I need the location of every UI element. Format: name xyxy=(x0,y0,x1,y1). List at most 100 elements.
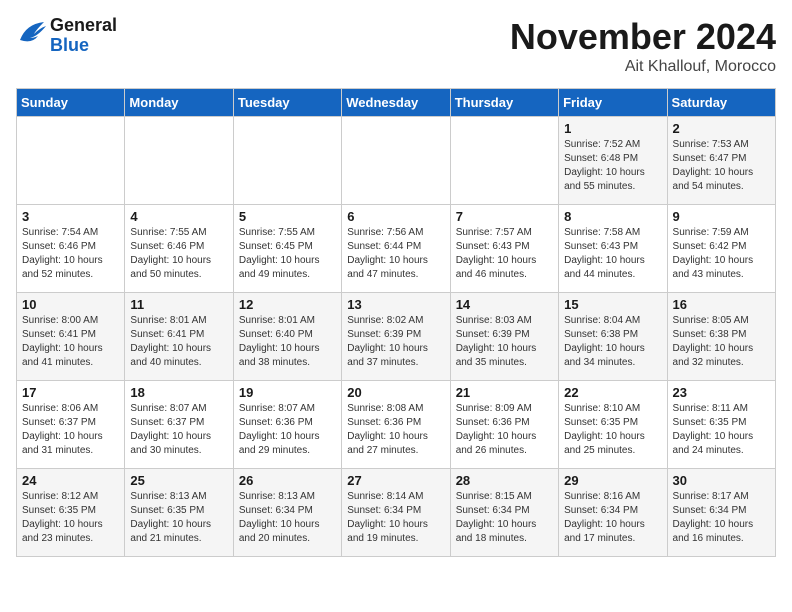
calendar-cell: 29 Sunrise: 8:16 AM Sunset: 6:34 PM Dayli… xyxy=(559,469,667,557)
logo-general: General xyxy=(50,16,117,36)
day-number: 9 xyxy=(673,209,770,224)
day-number: 26 xyxy=(239,473,336,488)
logo-icon xyxy=(16,20,48,51)
day-info: Sunrise: 7:58 AM Sunset: 6:43 PM Dayligh… xyxy=(564,226,661,282)
day-info: Sunrise: 8:13 AM Sunset: 6:35 PM Dayligh… xyxy=(130,490,227,546)
calendar-cell: 27 Sunrise: 8:14 AM Sunset: 6:34 PM Dayli… xyxy=(342,469,450,557)
calendar-cell xyxy=(125,117,233,205)
day-number: 18 xyxy=(130,385,227,400)
calendar-cell xyxy=(450,117,558,205)
weekday-header-wednesday: Wednesday xyxy=(342,89,450,117)
day-number: 15 xyxy=(564,297,661,312)
calendar-cell: 14 Sunrise: 8:03 AM Sunset: 6:39 PM Dayli… xyxy=(450,293,558,381)
day-number: 4 xyxy=(130,209,227,224)
day-number: 29 xyxy=(564,473,661,488)
day-info: Sunrise: 8:06 AM Sunset: 6:37 PM Dayligh… xyxy=(22,402,119,458)
day-info: Sunrise: 8:17 AM Sunset: 6:34 PM Dayligh… xyxy=(673,490,770,546)
calendar-week-1: 1 Sunrise: 7:52 AM Sunset: 6:48 PM Daylig… xyxy=(17,117,776,205)
day-number: 17 xyxy=(22,385,119,400)
day-info: Sunrise: 8:07 AM Sunset: 6:37 PM Dayligh… xyxy=(130,402,227,458)
calendar-cell: 15Sunrise: 8:04 AM Sunset: 6:38 PM Dayli… xyxy=(559,293,667,381)
location-subtitle: Ait Khallouf, Morocco xyxy=(510,58,776,76)
day-number: 10 xyxy=(22,297,119,312)
day-info: Sunrise: 8:09 AM Sunset: 6:36 PM Dayligh… xyxy=(456,402,553,458)
calendar-cell: 16 Sunrise: 8:05 AM Sunset: 6:38 PM Dayli… xyxy=(667,293,775,381)
day-number: 20 xyxy=(347,385,444,400)
day-number: 14 xyxy=(456,297,553,312)
day-info: Sunrise: 8:07 AM Sunset: 6:36 PM Dayligh… xyxy=(239,402,336,458)
day-number: 16 xyxy=(673,297,770,312)
day-number: 12 xyxy=(239,297,336,312)
calendar-week-2: 3Sunrise: 7:54 AM Sunset: 6:46 PM Daylig… xyxy=(17,205,776,293)
day-info: Sunrise: 8:16 AM Sunset: 6:34 PM Dayligh… xyxy=(564,490,661,546)
calendar-cell: 6 Sunrise: 7:56 AM Sunset: 6:44 PM Daylig… xyxy=(342,205,450,293)
logo-blue: Blue xyxy=(50,36,117,56)
day-info: Sunrise: 8:12 AM Sunset: 6:35 PM Dayligh… xyxy=(22,490,119,546)
calendar-header: SundayMondayTuesdayWednesdayThursdayFrid… xyxy=(17,89,776,117)
page-header: General Blue November 2024 Ait Khallouf,… xyxy=(16,16,776,76)
calendar-cell xyxy=(342,117,450,205)
day-number: 27 xyxy=(347,473,444,488)
logo: General Blue xyxy=(16,16,117,56)
calendar-cell: 19 Sunrise: 8:07 AM Sunset: 6:36 PM Dayli… xyxy=(233,381,341,469)
day-number: 19 xyxy=(239,385,336,400)
day-number: 6 xyxy=(347,209,444,224)
day-info: Sunrise: 8:01 AM Sunset: 6:41 PM Dayligh… xyxy=(130,314,227,370)
day-number: 13 xyxy=(347,297,444,312)
day-number: 7 xyxy=(456,209,553,224)
day-info: Sunrise: 7:53 AM Sunset: 6:47 PM Dayligh… xyxy=(673,138,770,194)
day-info: Sunrise: 8:15 AM Sunset: 6:34 PM Dayligh… xyxy=(456,490,553,546)
day-info: Sunrise: 7:54 AM Sunset: 6:46 PM Dayligh… xyxy=(22,226,119,282)
calendar-cell: 18 Sunrise: 8:07 AM Sunset: 6:37 PM Dayli… xyxy=(125,381,233,469)
calendar-cell: 26 Sunrise: 8:13 AM Sunset: 6:34 PM Dayli… xyxy=(233,469,341,557)
day-info: Sunrise: 7:59 AM Sunset: 6:42 PM Dayligh… xyxy=(673,226,770,282)
day-info: Sunrise: 7:52 AM Sunset: 6:48 PM Dayligh… xyxy=(564,138,661,194)
calendar-cell: 9 Sunrise: 7:59 AM Sunset: 6:42 PM Daylig… xyxy=(667,205,775,293)
day-number: 5 xyxy=(239,209,336,224)
calendar-cell: 20 Sunrise: 8:08 AM Sunset: 6:36 PM Dayli… xyxy=(342,381,450,469)
calendar-week-5: 24 Sunrise: 8:12 AM Sunset: 6:35 PM Dayli… xyxy=(17,469,776,557)
calendar-cell xyxy=(17,117,125,205)
calendar-cell: 2 Sunrise: 7:53 AM Sunset: 6:47 PM Daylig… xyxy=(667,117,775,205)
calendar-cell: 30Sunrise: 8:17 AM Sunset: 6:34 PM Dayli… xyxy=(667,469,775,557)
day-info: Sunrise: 8:11 AM Sunset: 6:35 PM Dayligh… xyxy=(673,402,770,458)
calendar-cell: 12 Sunrise: 8:01 AM Sunset: 6:40 PM Dayli… xyxy=(233,293,341,381)
day-number: 28 xyxy=(456,473,553,488)
calendar-cell xyxy=(233,117,341,205)
day-info: Sunrise: 8:00 AM Sunset: 6:41 PM Dayligh… xyxy=(22,314,119,370)
month-title: November 2024 xyxy=(510,16,776,58)
calendar-cell: 7 Sunrise: 7:57 AM Sunset: 6:43 PM Daylig… xyxy=(450,205,558,293)
calendar-cell: 28 Sunrise: 8:15 AM Sunset: 6:34 PM Dayli… xyxy=(450,469,558,557)
day-info: Sunrise: 8:08 AM Sunset: 6:36 PM Dayligh… xyxy=(347,402,444,458)
day-number: 8 xyxy=(564,209,661,224)
weekday-header-monday: Monday xyxy=(125,89,233,117)
calendar-cell: 21Sunrise: 8:09 AM Sunset: 6:36 PM Dayli… xyxy=(450,381,558,469)
calendar-week-4: 17 Sunrise: 8:06 AM Sunset: 6:37 PM Dayli… xyxy=(17,381,776,469)
day-number: 24 xyxy=(22,473,119,488)
calendar-week-3: 10 Sunrise: 8:00 AM Sunset: 6:41 PM Dayli… xyxy=(17,293,776,381)
day-info: Sunrise: 8:01 AM Sunset: 6:40 PM Dayligh… xyxy=(239,314,336,370)
calendar-cell: 25Sunrise: 8:13 AM Sunset: 6:35 PM Dayli… xyxy=(125,469,233,557)
day-number: 2 xyxy=(673,121,770,136)
day-number: 23 xyxy=(673,385,770,400)
day-info: Sunrise: 8:10 AM Sunset: 6:35 PM Dayligh… xyxy=(564,402,661,458)
weekday-header-thursday: Thursday xyxy=(450,89,558,117)
day-info: Sunrise: 7:57 AM Sunset: 6:43 PM Dayligh… xyxy=(456,226,553,282)
day-info: Sunrise: 7:55 AM Sunset: 6:46 PM Dayligh… xyxy=(130,226,227,282)
day-info: Sunrise: 8:02 AM Sunset: 6:39 PM Dayligh… xyxy=(347,314,444,370)
calendar-cell: 13 Sunrise: 8:02 AM Sunset: 6:39 PM Dayli… xyxy=(342,293,450,381)
calendar-cell: 8 Sunrise: 7:58 AM Sunset: 6:43 PM Daylig… xyxy=(559,205,667,293)
calendar-cell: 4 Sunrise: 7:55 AM Sunset: 6:46 PM Daylig… xyxy=(125,205,233,293)
calendar-cell: 23 Sunrise: 8:11 AM Sunset: 6:35 PM Dayli… xyxy=(667,381,775,469)
calendar-table: SundayMondayTuesdayWednesdayThursdayFrid… xyxy=(16,88,776,557)
day-info: Sunrise: 8:05 AM Sunset: 6:38 PM Dayligh… xyxy=(673,314,770,370)
day-info: Sunrise: 8:03 AM Sunset: 6:39 PM Dayligh… xyxy=(456,314,553,370)
day-info: Sunrise: 8:13 AM Sunset: 6:34 PM Dayligh… xyxy=(239,490,336,546)
weekday-header-tuesday: Tuesday xyxy=(233,89,341,117)
day-number: 1 xyxy=(564,121,661,136)
calendar-cell: 3Sunrise: 7:54 AM Sunset: 6:46 PM Daylig… xyxy=(17,205,125,293)
day-info: Sunrise: 7:55 AM Sunset: 6:45 PM Dayligh… xyxy=(239,226,336,282)
day-info: Sunrise: 7:56 AM Sunset: 6:44 PM Dayligh… xyxy=(347,226,444,282)
weekday-header-saturday: Saturday xyxy=(667,89,775,117)
day-info: Sunrise: 8:14 AM Sunset: 6:34 PM Dayligh… xyxy=(347,490,444,546)
